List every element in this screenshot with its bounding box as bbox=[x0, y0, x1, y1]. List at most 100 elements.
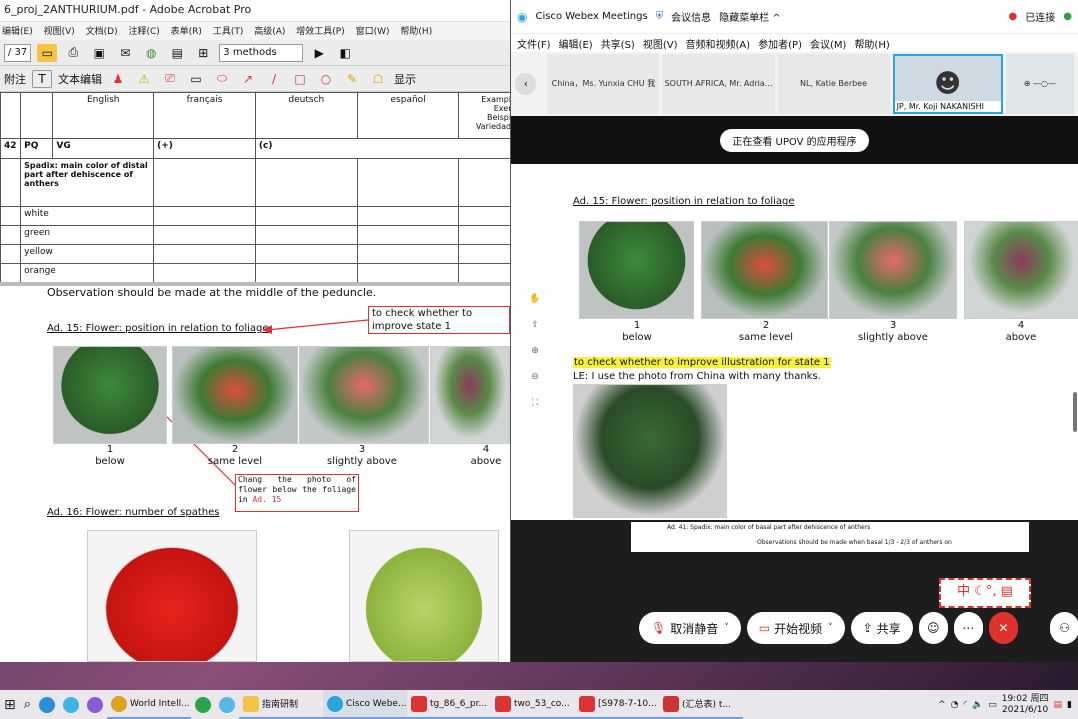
pdf-icon bbox=[579, 695, 596, 712]
wechat-icon[interactable] bbox=[191, 690, 215, 719]
more-options-icon[interactable]: ⋯ bbox=[953, 612, 983, 644]
zoom-slider-tile[interactable]: ⊕ —○— bbox=[1005, 54, 1075, 114]
fit-page-icon[interactable]: ⊞ bbox=[193, 44, 213, 62]
participant-tile-china[interactable]: China，Ms. Yunxia CHU 我 bbox=[547, 54, 660, 114]
taskbar-app-wps[interactable]: (汇总表) t... bbox=[659, 690, 744, 719]
save-icon[interactable]: ▣ bbox=[89, 44, 109, 62]
page-layout-icon[interactable]: ▤ bbox=[167, 44, 187, 62]
col-example: Example Exem Beispie Variedade bbox=[458, 92, 510, 139]
display-button[interactable]: 显示 bbox=[394, 71, 416, 87]
wx-caption-3: 3 slightly above bbox=[851, 320, 935, 344]
search-combo[interactable]: 3 methods bbox=[219, 43, 304, 62]
print-icon[interactable]: ⎙ bbox=[63, 44, 83, 62]
ellipse-cloud-icon[interactable]: ⬭ bbox=[212, 70, 232, 88]
clock[interactable]: 19:02 周四 2021/6/10 bbox=[1002, 694, 1049, 716]
attach-note-button[interactable]: 附注 bbox=[4, 71, 26, 87]
search-list-icon[interactable]: ◧ bbox=[335, 44, 355, 62]
unmute-button[interactable]: 🎙 取消静音 ˅ bbox=[639, 612, 741, 644]
wx-menu-view[interactable]: 视图(V) bbox=[643, 36, 678, 51]
menu-view[interactable]: 视图(V) bbox=[44, 27, 75, 37]
characteristic-title: Spadix: main color of distal part after … bbox=[20, 158, 155, 207]
menu-forms[interactable]: 表单(R) bbox=[171, 27, 202, 37]
taskbar-app-pdf-2[interactable]: two_53_co... bbox=[491, 690, 576, 719]
end-call-icon[interactable]: ✕ bbox=[988, 612, 1018, 644]
participant-tile-south-africa[interactable]: SOUTH AFRICA, Mr. Adria... bbox=[662, 54, 775, 114]
tray-volume-icon[interactable]: 🔈 bbox=[972, 700, 983, 710]
menu-window[interactable]: 窗口(W) bbox=[356, 27, 390, 37]
participant-video-jp[interactable]: ☻ JP, Mr. Koji NAKANISHI bbox=[892, 54, 1003, 114]
wx-menu-help[interactable]: 帮助(H) bbox=[854, 36, 889, 51]
participant-tile-nl[interactable]: NL, Katie Berbee bbox=[777, 54, 890, 114]
globe-icon[interactable]: ◍ bbox=[141, 44, 161, 62]
state-green: green bbox=[20, 225, 155, 245]
wx-menu-participants[interactable]: 参加者(P) bbox=[758, 36, 802, 51]
search-next-icon[interactable]: ▶ bbox=[309, 44, 329, 62]
display-icon[interactable]: ☖ bbox=[368, 70, 388, 88]
browser-icon[interactable] bbox=[215, 690, 239, 719]
wx-menu-share[interactable]: 共享(S) bbox=[601, 36, 635, 51]
arrow-head-1 bbox=[262, 325, 272, 334]
annotation-note-2[interactable]: Chang the photo of flower below the foli… bbox=[235, 474, 359, 512]
ie-icon[interactable] bbox=[59, 690, 83, 719]
menu-advanced[interactable]: 高级(A) bbox=[254, 27, 285, 37]
notification-icon[interactable]: ▤ bbox=[1054, 700, 1063, 710]
wx-menu-meeting[interactable]: 会议(M) bbox=[810, 36, 846, 51]
edge-icon[interactable] bbox=[35, 690, 59, 719]
text-edit-button[interactable]: 文本编辑 bbox=[58, 71, 102, 87]
menu-help[interactable]: 帮助(H) bbox=[400, 27, 432, 37]
taskbar-app-pdf-1[interactable]: tg_86_6_pr... bbox=[407, 690, 492, 719]
highlight-icon[interactable]: ⚠ bbox=[134, 70, 154, 88]
hide-menu-button[interactable]: 隐藏菜单栏 ^ bbox=[719, 9, 781, 24]
tool-pointer-icon[interactable]: ⇧ bbox=[515, 320, 555, 346]
search-icon[interactable]: ⌕ bbox=[20, 690, 35, 719]
email-icon[interactable]: ✉ bbox=[115, 44, 135, 62]
menu-comments[interactable]: 注释(C) bbox=[128, 27, 159, 37]
webex-icon bbox=[327, 695, 344, 712]
wx-menu-av[interactable]: 音频和视频(A) bbox=[686, 36, 751, 51]
text-edit-icon[interactable]: T bbox=[32, 69, 52, 88]
pencil-tool-icon[interactable]: ✎ bbox=[342, 70, 362, 88]
meeting-info-button[interactable]: 会议信息 bbox=[671, 9, 711, 24]
participants-icon[interactable]: ⚇ bbox=[1049, 612, 1078, 644]
tool-zoom-in-icon[interactable]: ⊕ bbox=[515, 346, 555, 372]
webex-menubar: 文件(F) 编辑(E) 共享(S) 视图(V) 音频和视频(A) 参加者(P) … bbox=[511, 34, 1078, 52]
plant-photo-1 bbox=[53, 346, 167, 444]
wx-menu-edit[interactable]: 编辑(E) bbox=[559, 36, 593, 51]
tool-zoom-out-icon[interactable]: ⊖ bbox=[515, 372, 555, 398]
taskbar-app-folder[interactable]: 指南研制 bbox=[239, 690, 324, 719]
line-tool-icon[interactable]: / bbox=[264, 70, 284, 88]
taskbar-app-pdf-3[interactable]: [S978-7-10... bbox=[575, 690, 660, 719]
tray-wifi-icon[interactable]: ◜ bbox=[963, 700, 967, 710]
stamp-icon[interactable]: ♟ bbox=[108, 70, 128, 88]
tool-fit-icon[interactable]: ⛶ bbox=[515, 398, 555, 424]
wx-menu-file[interactable]: 文件(F) bbox=[517, 36, 551, 51]
share-button[interactable]: ⇪ 共享 bbox=[850, 612, 913, 644]
menu-edit[interactable]: 编辑(E) bbox=[2, 27, 33, 37]
textbox-icon[interactable]: ▭ bbox=[186, 70, 206, 88]
reactions-icon[interactable]: ☺ bbox=[918, 612, 948, 644]
menu-tools[interactable]: 工具(T) bbox=[213, 27, 244, 37]
start-video-button[interactable]: ▭ 开始视频 ˅ bbox=[746, 612, 845, 644]
taskbar-app-webex[interactable]: Cisco Webe... bbox=[323, 690, 408, 719]
open-folder-icon[interactable]: ▭ bbox=[37, 43, 58, 62]
strip-prev-icon[interactable]: ‹ bbox=[515, 73, 537, 95]
ime-toolbar[interactable]: 中 ☾°, ▤ bbox=[939, 578, 1031, 608]
wx-caption-1: 1 below bbox=[617, 320, 657, 344]
tray-chevron-icon[interactable]: ^ bbox=[938, 700, 946, 710]
callout-icon[interactable]: ⎚ bbox=[160, 70, 180, 88]
show-desktop-icon[interactable]: ▮ bbox=[1067, 700, 1072, 710]
app-icon-purple[interactable] bbox=[83, 690, 107, 719]
wx-plant-photo-3 bbox=[829, 221, 957, 319]
tray-network-icon[interactable]: ◔ bbox=[951, 700, 959, 710]
menu-document[interactable]: 文档(D) bbox=[86, 27, 118, 37]
start-icon[interactable]: ⊞ bbox=[0, 690, 20, 719]
arrow-tool-icon[interactable]: ↗ bbox=[238, 70, 258, 88]
taskbar-app-chrome[interactable]: World Intell... bbox=[107, 690, 192, 719]
tray-keyboard-icon[interactable]: ▭ bbox=[988, 700, 997, 710]
tool-hand-icon[interactable]: ✋ bbox=[515, 294, 555, 320]
plant-photo-3 bbox=[299, 346, 429, 444]
menu-plugins[interactable]: 增效工具(P) bbox=[296, 27, 344, 37]
wx-content-scrollbar[interactable] bbox=[1073, 392, 1077, 432]
oval-tool-icon[interactable]: ○ bbox=[316, 70, 336, 88]
rectangle-tool-icon[interactable]: □ bbox=[290, 70, 310, 88]
